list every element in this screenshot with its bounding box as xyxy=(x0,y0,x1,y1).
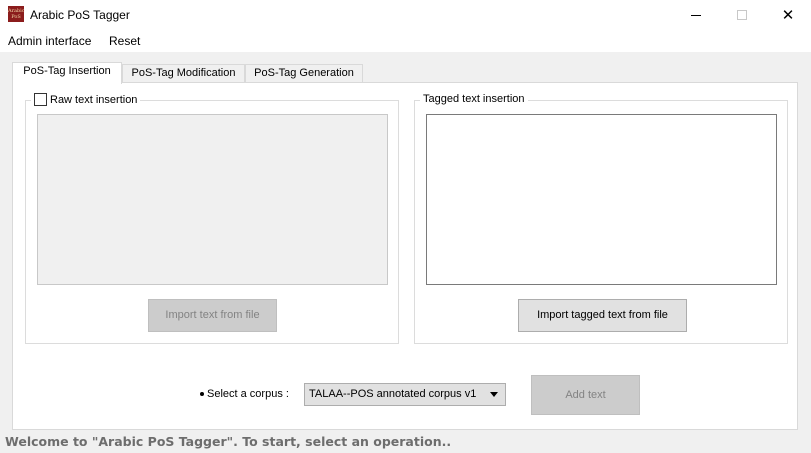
tab-pos-tag-modification[interactable]: PoS-Tag Modification xyxy=(122,64,245,83)
menu-admin-interface[interactable]: Admin interface xyxy=(8,34,91,48)
import-tagged-text-button[interactable]: Import tagged text from file xyxy=(518,299,687,332)
tab-panel: Raw text insertion Import text from file… xyxy=(12,82,798,430)
raw-text-legend: Raw text insertion xyxy=(31,93,141,106)
tagged-text-legend: Tagged text insertion xyxy=(420,93,528,105)
menu-reset[interactable]: Reset xyxy=(109,34,140,48)
close-button[interactable]: ✕ xyxy=(765,0,811,30)
tagged-text-title: Tagged text insertion xyxy=(423,93,525,105)
corpus-label-row: Select a corpus : xyxy=(200,388,289,400)
dropdown-arrow-icon xyxy=(490,392,498,397)
tab-pos-tag-insertion[interactable]: PoS-Tag Insertion xyxy=(12,62,122,84)
status-text: Welcome to "Arabic PoS Tagger". To start… xyxy=(5,434,452,449)
maximize-button[interactable] xyxy=(719,0,765,30)
minimize-button[interactable] xyxy=(673,0,719,30)
bullet-icon xyxy=(200,392,204,397)
close-icon: ✕ xyxy=(781,6,795,24)
raw-text-groupbox: Raw text insertion Import text from file xyxy=(25,93,399,344)
tagged-text-groupbox: Tagged text insertion Import tagged text… xyxy=(414,93,788,344)
raw-text-area xyxy=(37,114,388,285)
corpus-selected-value: TALAA--POS annotated corpus v1 xyxy=(309,388,477,400)
tagged-text-area[interactable] xyxy=(426,114,777,285)
add-text-button[interactable]: Add text xyxy=(531,375,640,415)
maximize-icon xyxy=(737,10,747,20)
title-bar: Arabic PoS Arabic PoS Tagger ✕ xyxy=(0,0,811,30)
raw-text-checkbox[interactable] xyxy=(34,93,47,106)
import-text-button[interactable]: Import text from file xyxy=(148,299,277,332)
corpus-label: Select a corpus : xyxy=(207,388,289,400)
menu-bar: Admin interface Reset xyxy=(0,30,811,52)
tab-pos-tag-generation[interactable]: PoS-Tag Generation xyxy=(245,64,363,83)
window-title: Arabic PoS Tagger xyxy=(30,8,130,22)
minimize-icon xyxy=(691,14,701,16)
corpus-select[interactable]: TALAA--POS annotated corpus v1 xyxy=(304,383,506,406)
app-logo-icon: Arabic PoS xyxy=(8,6,25,22)
raw-text-title: Raw text insertion xyxy=(50,93,138,106)
